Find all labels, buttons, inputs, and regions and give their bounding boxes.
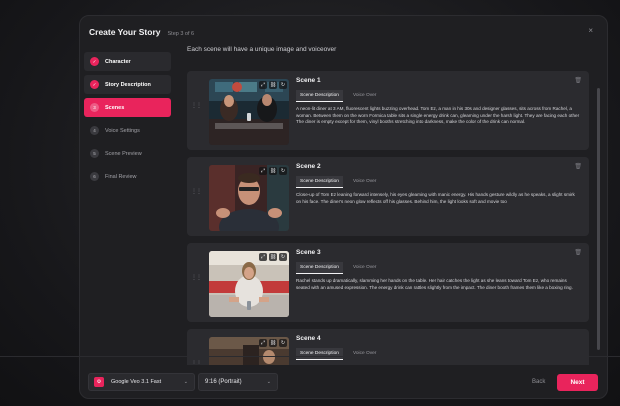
regenerate-icon[interactable]: ↻ (279, 339, 287, 347)
thumbnail-tools: ⤢ ⛓ ↻ (259, 167, 287, 175)
close-icon[interactable]: × (588, 27, 593, 35)
step-number: 3 (90, 103, 99, 112)
regenerate-icon[interactable]: ↻ (279, 167, 287, 175)
tab-scene-description[interactable]: Scene Description (296, 176, 343, 188)
scene-card: ⋮⋮ ⤢ ⛓ ↻ Scene 2 Scene Description Voice… (187, 157, 589, 236)
thumbnail-tools: ⤢ ⛓ ↻ (259, 253, 287, 261)
step-label: Scenes (105, 104, 125, 111)
tab-voice-over[interactable]: Voice Over (349, 348, 380, 360)
step-label: Final Review (105, 173, 137, 180)
sidebar-step-story-description[interactable]: ✓ Story Description (84, 75, 171, 94)
link-icon[interactable]: ⛓ (269, 167, 277, 175)
step-number: 6 (90, 172, 99, 181)
tab-scene-description[interactable]: Scene Description (296, 262, 343, 274)
scene-description-text[interactable]: Rachel stands up dramatically, slamming … (296, 278, 581, 291)
step-indicator: Step 3 of 6 (167, 31, 195, 37)
scene-tabs: Scene Description Voice Over (296, 90, 380, 102)
trash-icon[interactable]: 🗑 (574, 163, 582, 170)
aspect-ratio-select[interactable]: 9:16 (Portrait) ⌄ (198, 373, 278, 391)
drag-handle-icon[interactable]: ⋮⋮ (191, 103, 202, 109)
thumbnail-tools: ⤢ ⛓ ↻ (259, 81, 287, 89)
scene-tabs: Scene Description Voice Over (296, 348, 380, 360)
link-icon[interactable]: ⛓ (269, 253, 277, 261)
back-button[interactable]: Back (532, 379, 545, 385)
scene-card: ⋮⋮ ⤢ ⛓ ↻ Scene 4 Scene Description Voice… (187, 329, 589, 365)
link-icon[interactable]: ⛓ (269, 81, 277, 89)
modal-header: Create Your Story Step 3 of 6 (89, 27, 194, 37)
step-label: Story Description (105, 81, 151, 88)
scene-card: ⋮⋮ ⤢ ⛓ ↻ Scene 1 Scene Description Voice… (187, 71, 589, 150)
model-select[interactable]: ⚙ Google Veo 3.1 Fast ⌄ (88, 373, 195, 391)
scene-thumbnail[interactable]: ⤢ ⛓ ↻ (209, 251, 289, 317)
expand-icon[interactable]: ⤢ (259, 81, 267, 89)
scene-card: ⋮⋮ ⤢ ⛓ ↻ Scene 3 Scene Description Voice… (187, 243, 589, 322)
model-select-value: Google Veo 3.1 Fast (111, 379, 162, 385)
next-button[interactable]: Next (557, 374, 598, 391)
trash-icon[interactable]: 🗑 (574, 77, 582, 84)
drag-handle-icon[interactable]: ⋮⋮ (191, 189, 202, 195)
model-icon: ⚙ (94, 377, 104, 387)
scene-tabs: Scene Description Voice Over (296, 176, 380, 188)
check-icon: ✓ (90, 80, 99, 89)
step-label: Character (105, 58, 131, 65)
tab-scene-description[interactable]: Scene Description (296, 90, 343, 102)
step-number: 5 (90, 149, 99, 158)
drag-handle-icon[interactable]: ⋮⋮ (191, 361, 202, 365)
scene-description-text[interactable]: Close-up of Tom Ez leaning forward inten… (296, 192, 581, 205)
scene-title: Scene 1 (296, 77, 321, 84)
scene-thumbnail[interactable]: ⤢ ⛓ ↻ (209, 337, 289, 365)
expand-icon[interactable]: ⤢ (259, 253, 267, 261)
scene-title: Scene 2 (296, 163, 321, 170)
scenes-subtitle: Each scene will have a unique image and … (187, 46, 337, 53)
link-icon[interactable]: ⛓ (269, 339, 277, 347)
sidebar-step-scene-preview[interactable]: 5 Scene Preview (84, 144, 171, 163)
scene-thumbnail[interactable]: ⤢ ⛓ ↻ (209, 165, 289, 231)
tab-voice-over[interactable]: Voice Over (349, 262, 380, 274)
chevron-down-icon: ⌄ (266, 379, 271, 385)
trash-icon[interactable]: 🗑 (574, 249, 582, 256)
scene-list-scrollbar[interactable] (597, 88, 600, 350)
sidebar-step-voice-settings[interactable]: 4 Voice Settings (84, 121, 171, 140)
expand-icon[interactable]: ⤢ (259, 167, 267, 175)
step-label: Voice Settings (105, 127, 140, 134)
tab-voice-over[interactable]: Voice Over (349, 90, 380, 102)
expand-icon[interactable]: ⤢ (259, 339, 267, 347)
chevron-down-icon: ⌄ (183, 379, 188, 385)
regenerate-icon[interactable]: ↻ (279, 81, 287, 89)
footer-divider (0, 356, 620, 357)
scene-thumbnail[interactable]: ⤢ ⛓ ↻ (209, 79, 289, 145)
aspect-ratio-value: 9:16 (Portrait) (205, 379, 242, 385)
sidebar-step-final-review[interactable]: 6 Final Review (84, 167, 171, 186)
tab-voice-over[interactable]: Voice Over (349, 176, 380, 188)
tab-scene-description[interactable]: Scene Description (296, 348, 343, 360)
sidebar-step-character[interactable]: ✓ Character (84, 52, 171, 71)
step-number: 4 (90, 126, 99, 135)
sidebar-step-scenes[interactable]: 3 Scenes (84, 98, 171, 117)
scene-title: Scene 4 (296, 335, 321, 342)
drag-handle-icon[interactable]: ⋮⋮ (191, 275, 202, 281)
scene-list: ⋮⋮ ⤢ ⛓ ↻ Scene 1 Scene Description Voice… (187, 68, 602, 365)
step-label: Scene Preview (105, 150, 142, 157)
scene-description-text[interactable]: A neon-lit diner at 3 AM, fluorescent li… (296, 106, 581, 126)
modal-title: Create Your Story (89, 27, 161, 37)
scene-tabs: Scene Description Voice Over (296, 262, 380, 274)
scene-title: Scene 3 (296, 249, 321, 256)
check-icon: ✓ (90, 57, 99, 66)
thumbnail-tools: ⤢ ⛓ ↻ (259, 339, 287, 347)
regenerate-icon[interactable]: ↻ (279, 253, 287, 261)
steps-sidebar: ✓ Character ✓ Story Description 3 Scenes… (84, 52, 171, 190)
